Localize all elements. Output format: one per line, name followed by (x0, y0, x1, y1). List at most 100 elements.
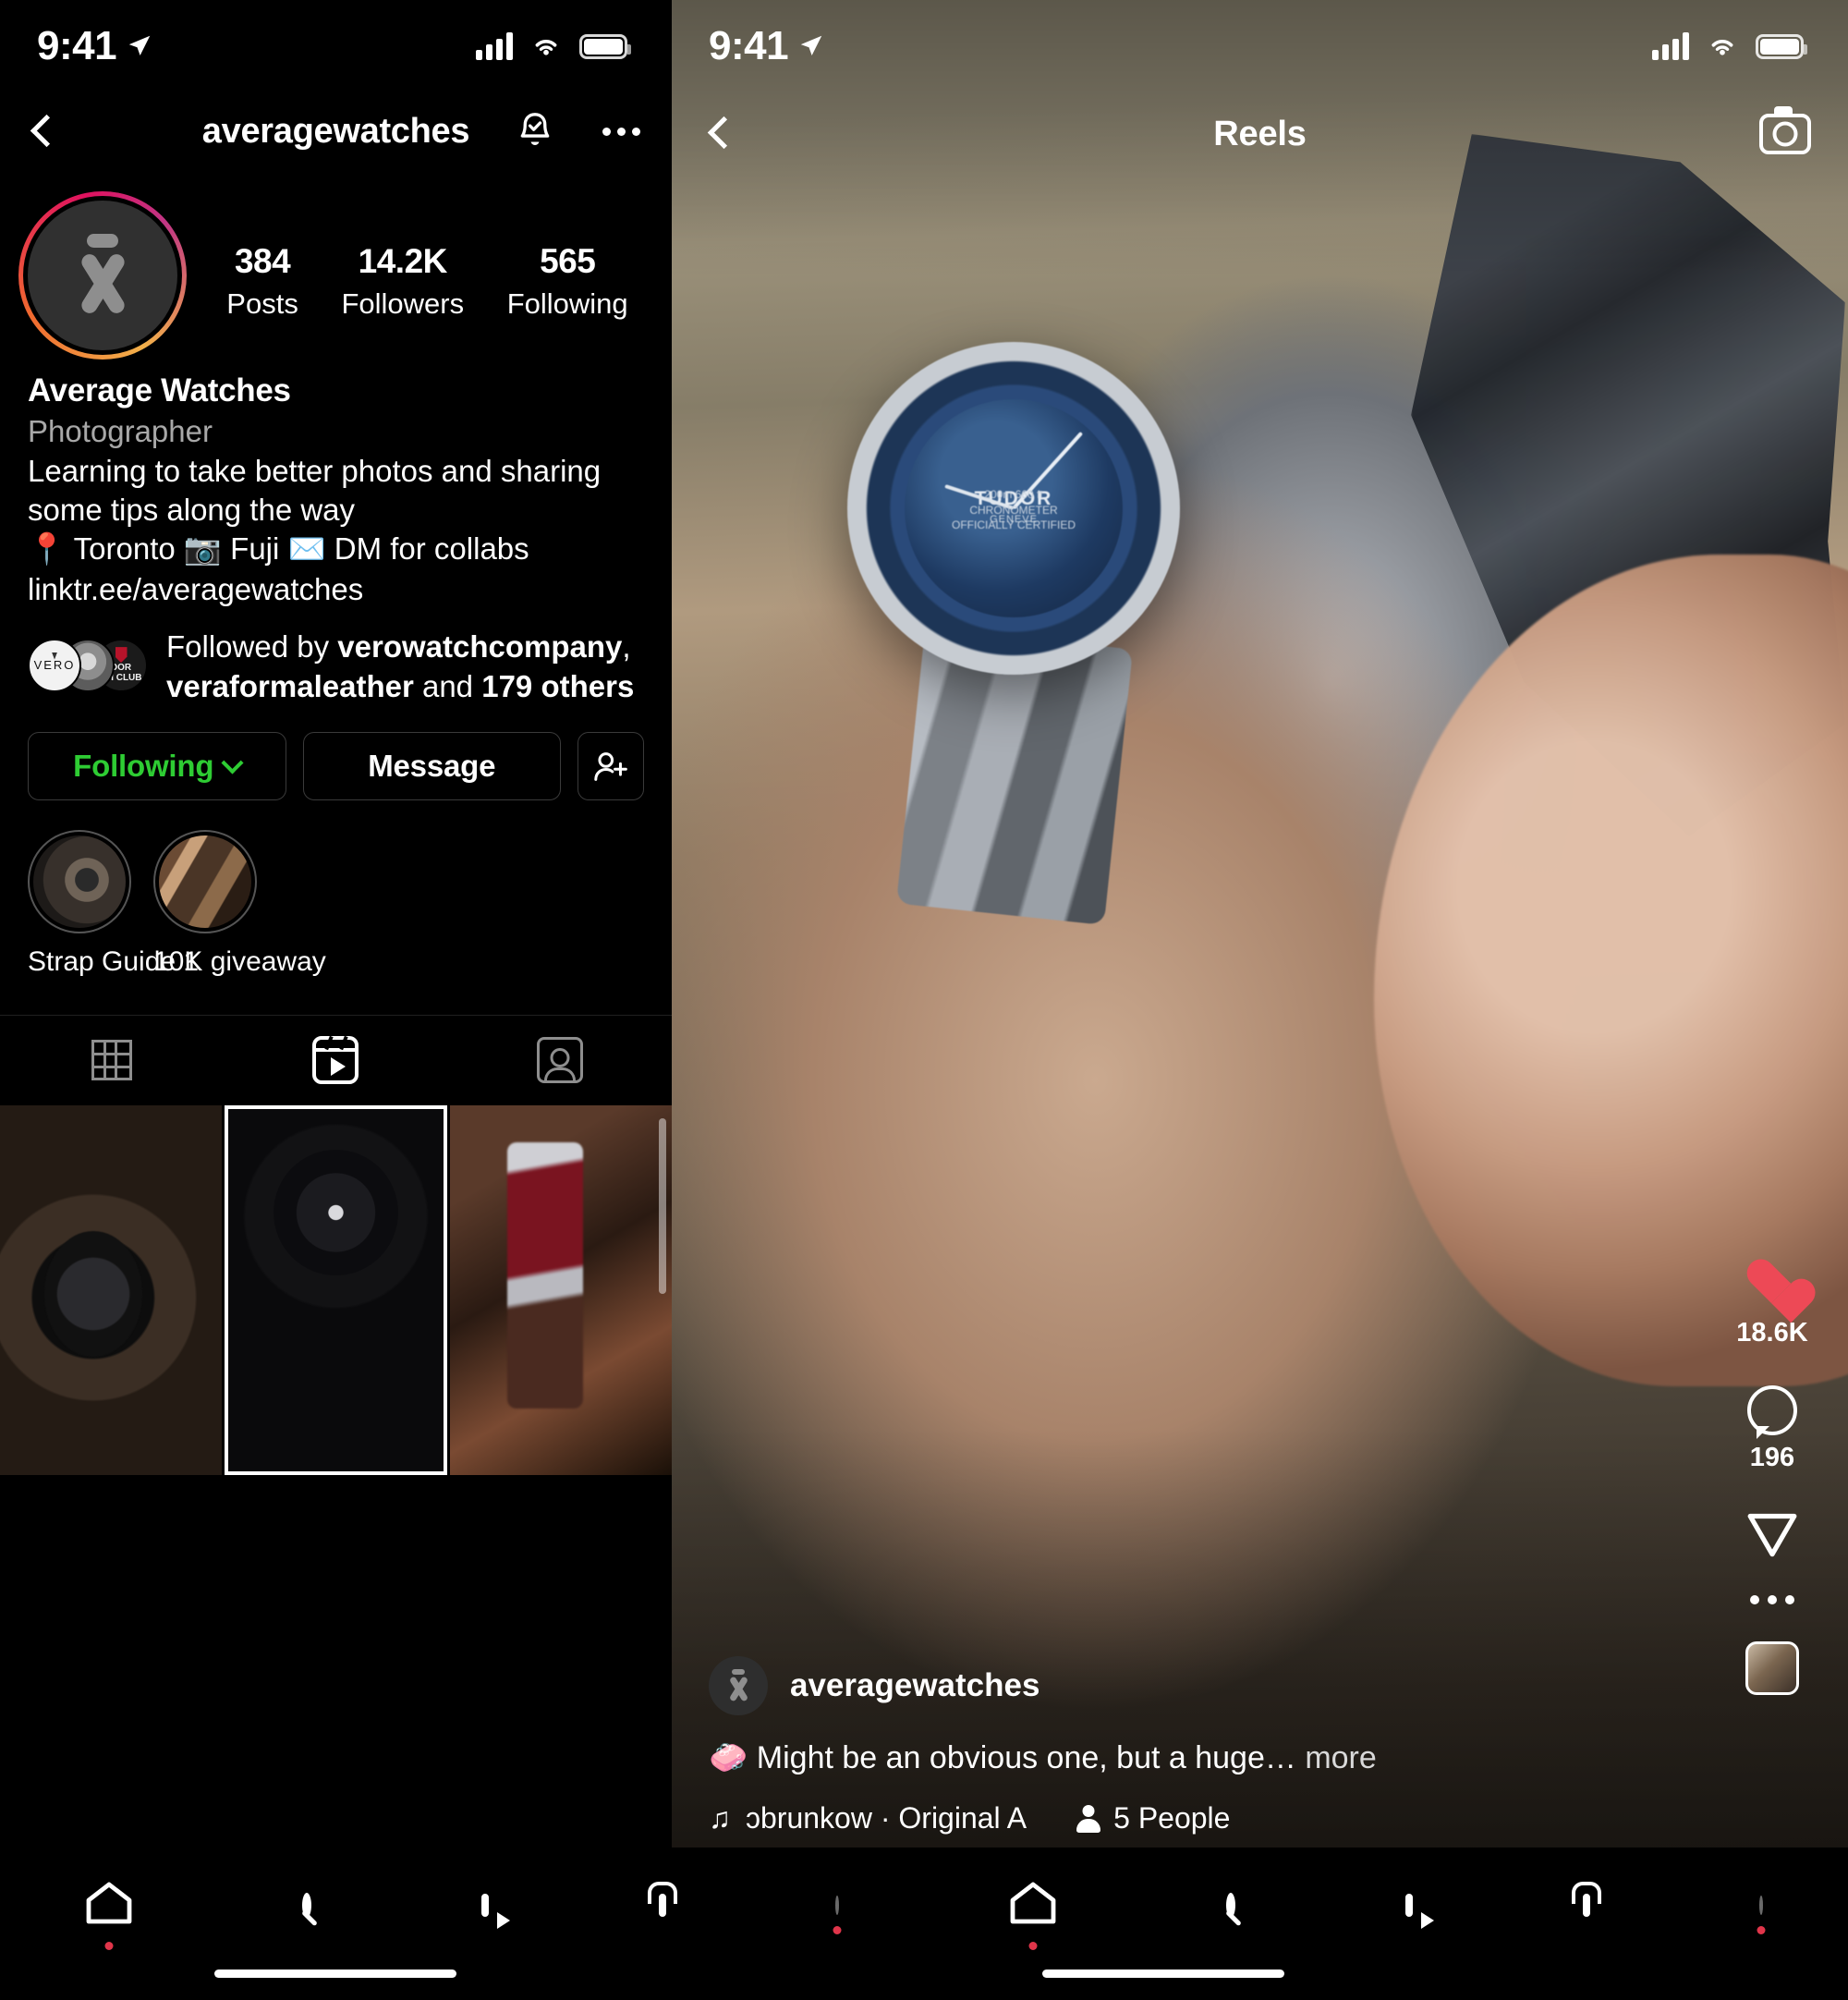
followed-by-user-2[interactable]: veraformaleather (166, 669, 414, 703)
stat-following-value: 565 (540, 242, 596, 280)
followed-by-separator: , (622, 629, 631, 665)
audio-thumbnail-button[interactable] (1745, 1641, 1799, 1695)
nav-search-left[interactable] (289, 1892, 324, 1920)
back-button[interactable] (31, 115, 52, 150)
bottom-navigation (0, 1848, 1848, 2000)
bell-check-icon[interactable] (516, 111, 554, 153)
ellipsis-icon (1750, 1595, 1794, 1604)
audio-cover-thumbnail (1745, 1641, 1799, 1695)
more-options-button[interactable] (1750, 1595, 1794, 1604)
story-highlights: Strap Guide 1 10K giveaway (0, 800, 672, 978)
nav-search-right[interactable] (1213, 1892, 1248, 1920)
stat-followers-label: Followers (341, 287, 465, 320)
profile-stats: 384 Posts 14.2K Followers 565 Following (187, 191, 672, 321)
back-button[interactable] (709, 116, 729, 152)
nav-shop-right[interactable] (1570, 1892, 1603, 1920)
home-icon (1010, 1882, 1056, 1924)
reel-action-rail: 18.6K 196 (1717, 1261, 1828, 1695)
shop-bag-icon (658, 1893, 666, 1917)
following-button-label: Following (73, 748, 214, 783)
profile-screen: 9:41 averagewatches 384 Posts 14.2K Foll… (0, 0, 672, 2000)
home-icon (86, 1882, 132, 1924)
avatar[interactable] (18, 191, 187, 360)
reel-author-row[interactable]: averagewatches (709, 1656, 1682, 1716)
followed-by-and: and (413, 668, 482, 703)
shop-bag-icon (1582, 1893, 1590, 1917)
reel-meta-row: ♫ ɔbrunkow · Original A 5 People (709, 1801, 1682, 1835)
bottom-nav-left (0, 1875, 924, 1950)
scrollbar[interactable] (659, 1117, 666, 1294)
tab-tagged[interactable] (448, 1016, 672, 1105)
caption-emoji: 🧼 (709, 1740, 748, 1776)
activity-dot (1757, 1925, 1766, 1934)
like-button[interactable]: 18.6K (1736, 1261, 1807, 1348)
bio-link[interactable]: linktr.ee/averagewatches (28, 572, 644, 607)
activity-dot (1028, 1942, 1038, 1950)
reel-caption-text[interactable]: 🧼 Might be an obvious one, but a huge… m… (709, 1739, 1682, 1777)
ellipsis-icon[interactable] (602, 128, 640, 136)
stat-posts-value: 384 (234, 242, 291, 280)
comment-button[interactable]: 196 (1747, 1385, 1797, 1473)
wifi-icon (535, 40, 557, 55)
media-cell-2[interactable] (225, 1104, 447, 1475)
followed-by-prefix: Followed by (166, 629, 338, 665)
nav-reels-right[interactable] (1392, 1892, 1434, 1929)
reels-title: Reels (1213, 114, 1307, 153)
media-cell-3[interactable] (449, 1104, 672, 1475)
comment-count: 196 (1749, 1443, 1795, 1472)
message-button[interactable]: Message (302, 731, 561, 800)
bottom-nav-right (924, 1875, 1848, 1950)
nav-profile-left[interactable] (822, 1892, 852, 1934)
tab-reels[interactable] (224, 1016, 447, 1105)
followed-by-row[interactable]: VERO DOR CH CLUB Followed by verowatchcom… (0, 607, 672, 705)
nav-home-left[interactable] (72, 1875, 146, 1950)
profile-nav-bar: averagewatches (0, 92, 672, 171)
x-logo-icon (63, 234, 142, 317)
status-bar-left: 9:41 (0, 0, 672, 92)
status-time: 9:41 (709, 23, 789, 68)
heart-icon (1745, 1261, 1799, 1311)
cellular-signal-icon (476, 32, 513, 60)
avatar[interactable] (709, 1656, 768, 1716)
nav-reels-left[interactable] (468, 1892, 510, 1929)
tagged-people[interactable]: 5 People (1076, 1801, 1230, 1835)
highlight-10k-giveaway[interactable]: 10K giveaway (153, 829, 326, 978)
x-logo-icon (723, 1669, 754, 1702)
stat-followers[interactable]: 14.2K Followers (341, 242, 464, 321)
stat-posts[interactable]: 384 Posts (226, 242, 298, 321)
reel-username[interactable]: averagewatches (790, 1667, 1040, 1704)
highlight-thumbnail (159, 835, 251, 928)
nav-shop-left[interactable] (646, 1892, 679, 1920)
paper-plane-icon (1747, 1513, 1797, 1557)
facepile: VERO DOR CH CLUB (28, 638, 148, 696)
home-indicator-right (1042, 1970, 1284, 1978)
nav-profile-right[interactable] (1746, 1892, 1776, 1934)
media-cell-1[interactable] (0, 1104, 223, 1475)
status-time: 9:41 (37, 23, 117, 68)
add-person-button[interactable] (578, 731, 644, 800)
search-icon (302, 1892, 312, 1918)
highlight-caption: 10K giveaway (153, 945, 326, 977)
followed-by-others[interactable]: 179 others (481, 669, 634, 703)
nav-home-right[interactable] (996, 1875, 1070, 1950)
add-person-icon (594, 751, 627, 781)
chevron-down-icon (221, 751, 244, 774)
followed-by-user-1[interactable]: verowatchcompany (337, 629, 622, 664)
camera-icon[interactable] (1759, 106, 1811, 154)
tagged-person-icon (536, 1037, 583, 1084)
share-button[interactable] (1745, 1510, 1799, 1558)
dive-watch: TUDOR GENEVE 200m 660 ft CHRONOMETER OFFIC… (847, 342, 1180, 675)
vero-avatar-label: VERO (33, 658, 76, 673)
home-indicator-left (214, 1970, 456, 1978)
location-arrow-icon (800, 35, 822, 55)
audio-label: ɔbrunkow · Original A (746, 1801, 1027, 1835)
dual-phone-screenshot: 9:41 averagewatches 384 Posts 14.2K Foll… (0, 0, 1848, 2000)
bio-meta-line: 📍 Toronto 📷 Fuji ✉️ DM for collabs (28, 531, 529, 567)
tab-grid[interactable] (0, 1016, 224, 1105)
stat-following[interactable]: 565 Following (507, 242, 628, 321)
caption-more-link[interactable]: more (1296, 1740, 1376, 1775)
audio-attribution[interactable]: ♫ ɔbrunkow · Original A (709, 1801, 1027, 1835)
comment-bubble-icon (1747, 1385, 1797, 1435)
highlight-strap-guide-1[interactable]: Strap Guide 1 (28, 829, 199, 978)
following-button[interactable]: Following (28, 731, 286, 800)
